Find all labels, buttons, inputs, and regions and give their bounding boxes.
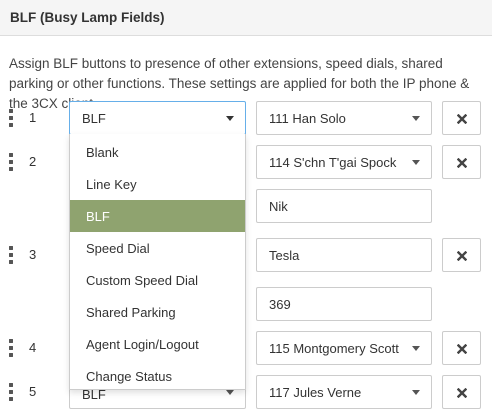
value-select[interactable]: 117 Jules Verne [256, 375, 432, 409]
panel-title: BLF (Busy Lamp Fields) [10, 10, 165, 25]
row-number: 5 [29, 384, 37, 399]
option-label: Custom Speed Dial [86, 273, 198, 288]
value-select[interactable]: 115 Montgomery Scott [256, 331, 432, 365]
value-select[interactable]: 114 S'chn T'gai Spock [256, 145, 432, 179]
blf-row: 1 BLF 111 Han Solo [0, 101, 492, 135]
caret-down-icon [412, 390, 420, 395]
option-label: BLF [86, 209, 110, 224]
panel-header: BLF (Busy Lamp Fields) [0, 0, 492, 36]
delete-row-button[interactable] [442, 101, 481, 135]
dropdown-option[interactable]: Agent Login/Logout [70, 328, 245, 360]
value-select-value: 111 Han Solo [269, 111, 346, 126]
delete-row-button[interactable] [442, 331, 481, 365]
dropdown-option[interactable]: Change Status [70, 360, 245, 392]
extra-input-value: Nik [269, 199, 288, 214]
dropdown-option[interactable]: Line Key [70, 168, 245, 200]
row-number: 4 [29, 340, 37, 355]
option-label: Blank [86, 145, 119, 160]
dropdown-option-selected[interactable]: BLF [70, 200, 245, 232]
dropdown-option[interactable]: Custom Speed Dial [70, 264, 245, 296]
extra-input[interactable]: 369 [256, 287, 432, 321]
value-input[interactable]: Tesla [256, 238, 432, 272]
extra-input-value: 369 [269, 297, 291, 312]
delete-row-button[interactable] [442, 145, 481, 179]
row-number: 3 [29, 247, 37, 262]
drag-handle-icon[interactable] [9, 383, 14, 401]
caret-down-icon [412, 346, 420, 351]
extra-input[interactable]: Nik [256, 189, 432, 223]
value-select-value: 114 S'chn T'gai Spock [269, 155, 397, 170]
delete-row-button[interactable] [442, 238, 481, 272]
close-icon [457, 251, 467, 261]
type-dropdown-menu: Blank Line Key BLF Speed Dial Custom Spe… [69, 134, 246, 390]
option-label: Shared Parking [86, 305, 176, 320]
blf-panel: BLF (Busy Lamp Fields) Assign BLF button… [0, 0, 492, 417]
drag-handle-icon[interactable] [9, 109, 14, 127]
caret-down-icon [412, 160, 420, 165]
value-select[interactable]: 111 Han Solo [256, 101, 432, 135]
option-label: Line Key [86, 177, 137, 192]
row-number: 2 [29, 154, 37, 169]
drag-handle-icon[interactable] [9, 153, 14, 171]
value-select-value: 115 Montgomery Scott [269, 341, 399, 356]
value-select-value: 117 Jules Verne [269, 385, 362, 400]
dropdown-option[interactable]: Blank [70, 136, 245, 168]
type-select-value: BLF [82, 111, 106, 126]
close-icon [457, 344, 467, 354]
close-icon [457, 388, 467, 398]
close-icon [457, 114, 467, 124]
option-label: Speed Dial [86, 241, 150, 256]
dropdown-option[interactable]: Speed Dial [70, 232, 245, 264]
value-input-value: Tesla [269, 248, 300, 263]
delete-row-button[interactable] [442, 375, 481, 409]
type-select[interactable]: BLF [69, 101, 246, 135]
drag-handle-icon[interactable] [9, 339, 14, 357]
dropdown-option[interactable]: Shared Parking [70, 296, 245, 328]
close-icon [457, 158, 467, 168]
option-label: Change Status [86, 369, 173, 384]
caret-down-icon [412, 116, 420, 121]
option-label: Agent Login/Logout [86, 337, 199, 352]
caret-down-icon [226, 116, 234, 121]
row-number: 1 [29, 110, 37, 125]
drag-handle-icon[interactable] [9, 246, 14, 264]
